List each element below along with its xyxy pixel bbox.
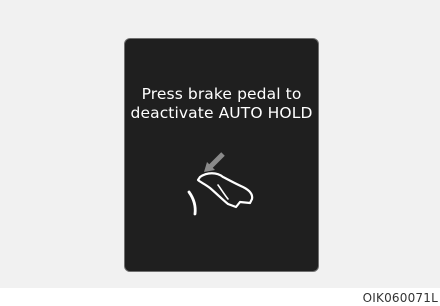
pedal-arc-icon xyxy=(187,190,197,216)
brake-pedal-press-icon xyxy=(187,152,254,216)
warning-message: Press brake pedal to deactivate AUTO HOL… xyxy=(125,85,318,123)
warning-message-line-1: Press brake pedal to xyxy=(141,85,302,103)
cluster-display: Press brake pedal to deactivate AUTO HOL… xyxy=(124,38,319,272)
press-arrow-icon xyxy=(204,152,225,172)
figure-code: OIK060071L xyxy=(362,291,438,305)
warning-message-line-2: deactivate AUTO HOLD xyxy=(130,104,313,122)
shoe-icon xyxy=(196,172,254,209)
